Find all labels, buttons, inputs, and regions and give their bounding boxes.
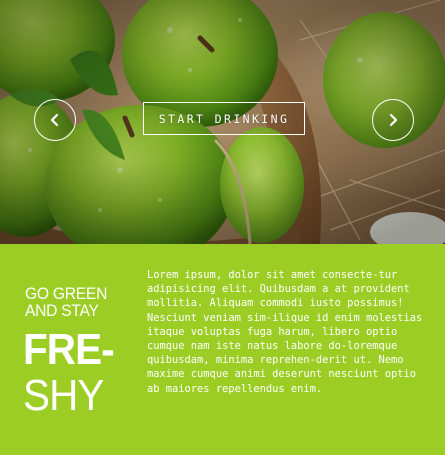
promo-description: Lorem ipsum, dolor sit amet consecte-tur… (147, 269, 423, 395)
promo-panel: GO GREEN AND STAY FRE- SHY Lorem ipsum, … (0, 244, 445, 455)
big-heading-line-2: SHY (23, 371, 104, 420)
chevron-left-icon (50, 113, 59, 127)
slider-prev-button[interactable] (34, 99, 76, 141)
hero-slider: START DRINKING (0, 0, 445, 244)
big-heading-line-1: FRE- (23, 325, 115, 374)
chevron-right-icon (389, 113, 398, 127)
start-drinking-button[interactable]: START DRINKING (143, 102, 305, 135)
tagline: GO GREEN AND STAY (25, 285, 126, 319)
tagline-line-2: AND STAY (25, 301, 99, 320)
big-heading: FRE- SHY (23, 327, 133, 419)
slider-next-button[interactable] (372, 99, 414, 141)
tagline-line-1: GO GREEN (25, 284, 108, 303)
